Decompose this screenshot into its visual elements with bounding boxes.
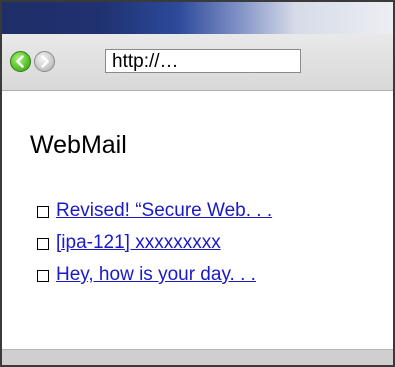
back-arrow-icon [16, 55, 24, 68]
mail-item: Hey, how is your day. . . [37, 259, 272, 291]
title-bar[interactable] [2, 2, 393, 34]
forward-arrow-icon [41, 55, 49, 68]
address-bar[interactable]: http://… [105, 49, 301, 73]
back-button[interactable] [10, 51, 31, 72]
mail-list: Revised! “Secure Web. . . [ipa-121] xxxx… [37, 195, 272, 291]
checkbox-icon[interactable] [37, 269, 49, 282]
browser-window: http://… WebMail Revised! “Secure Web. .… [0, 0, 395, 367]
page-content: WebMail Revised! “Secure Web. . . [ipa-1… [2, 91, 393, 350]
browser-toolbar: http://… [2, 34, 393, 91]
mail-subject-link[interactable]: [ipa-121] xxxxxxxxx [56, 232, 221, 254]
checkbox-icon[interactable] [37, 237, 49, 250]
status-bar [2, 349, 393, 365]
forward-button[interactable] [34, 51, 55, 72]
checkbox-icon[interactable] [37, 205, 49, 218]
mail-subject-link[interactable]: Hey, how is your day. . . [56, 264, 256, 286]
page-title: WebMail [30, 131, 127, 159]
mail-item: Revised! “Secure Web. . . [37, 195, 272, 227]
mail-subject-link[interactable]: Revised! “Secure Web. . . [56, 200, 272, 222]
mail-item: [ipa-121] xxxxxxxxx [37, 227, 272, 259]
